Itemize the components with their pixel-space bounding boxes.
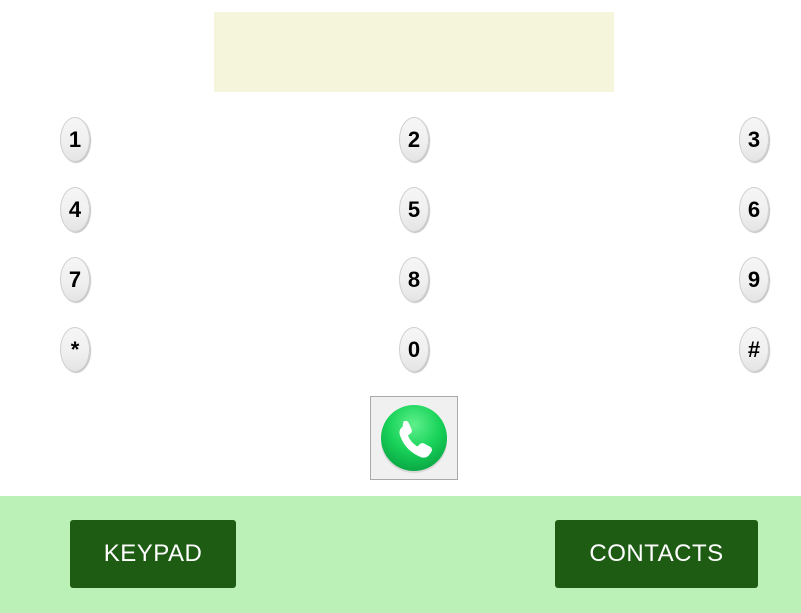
key-2[interactable]: 2 xyxy=(399,117,429,162)
key-star[interactable]: * xyxy=(60,327,90,372)
key-9[interactable]: 9 xyxy=(739,257,769,302)
call-button[interactable] xyxy=(370,396,458,480)
phone-dialer: 1 2 3 4 5 6 7 8 9 * 0 # KEYPAD CONTACTS xyxy=(0,0,801,613)
key-8[interactable]: 8 xyxy=(399,257,429,302)
bottom-nav-bar: KEYPAD CONTACTS xyxy=(0,496,801,613)
phone-icon xyxy=(381,405,447,473)
key-4[interactable]: 4 xyxy=(60,187,90,232)
key-3[interactable]: 3 xyxy=(739,117,769,162)
key-hash[interactable]: # xyxy=(739,327,769,372)
key-0[interactable]: 0 xyxy=(399,327,429,372)
key-7[interactable]: 7 xyxy=(60,257,90,302)
key-1[interactable]: 1 xyxy=(60,117,90,162)
keypad-tab-button[interactable]: KEYPAD xyxy=(70,520,236,588)
key-5[interactable]: 5 xyxy=(399,187,429,232)
key-6[interactable]: 6 xyxy=(739,187,769,232)
contacts-tab-button[interactable]: CONTACTS xyxy=(555,520,758,588)
number-display[interactable] xyxy=(214,12,614,92)
